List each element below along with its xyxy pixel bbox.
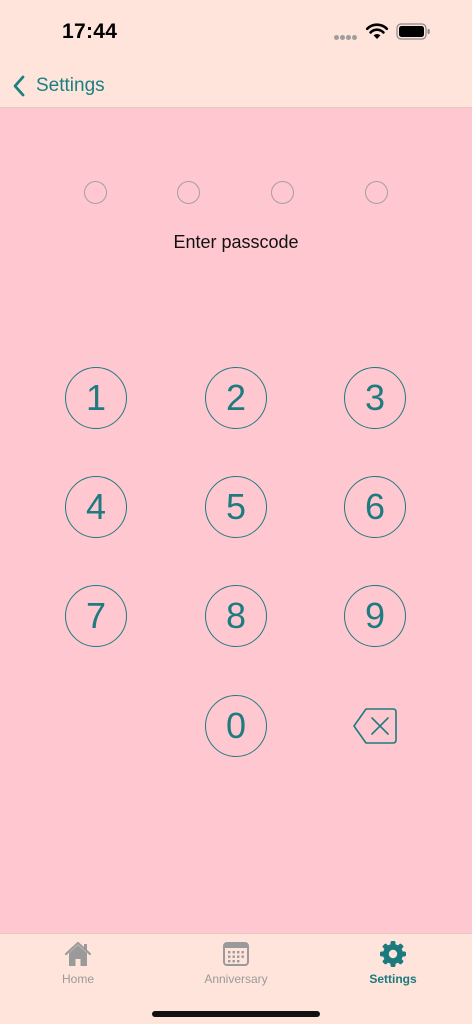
tab-anniversary[interactable]: Anniversary <box>176 934 296 994</box>
passcode-dot <box>177 181 200 204</box>
chevron-left-icon <box>13 75 25 97</box>
key-label: 1 <box>85 377 107 418</box>
key-6[interactable]: 6 <box>344 476 406 538</box>
passcode-dot <box>84 181 107 204</box>
tab-label: Home <box>61 972 94 986</box>
cellular-signal-icon <box>334 35 358 41</box>
tab-home[interactable]: Home <box>18 934 138 994</box>
key-label: 0 <box>225 705 247 746</box>
battery-icon <box>396 23 430 40</box>
gear-icon <box>380 941 406 967</box>
back-button[interactable]: Settings <box>12 68 105 104</box>
key-7[interactable]: 7 <box>65 585 127 647</box>
key-1[interactable]: 1 <box>65 367 127 429</box>
status-time: 17:44 <box>62 20 118 43</box>
key-2[interactable]: 2 <box>205 367 267 429</box>
delete-backspace-icon <box>353 708 397 744</box>
passcode-screen: Enter passcode 1 2 3 4 5 6 7 8 9 0 <box>0 108 472 933</box>
key-label: 5 <box>225 486 247 527</box>
calendar-icon <box>223 942 249 966</box>
key-3[interactable]: 3 <box>344 367 406 429</box>
key-4[interactable]: 4 <box>65 476 127 538</box>
passcode-dot <box>271 181 294 204</box>
key-label: 9 <box>364 595 386 636</box>
house-icon <box>64 941 92 966</box>
key-0[interactable]: 0 <box>205 695 267 757</box>
tab-label: Anniversary <box>204 972 268 986</box>
wifi-icon <box>365 23 389 39</box>
passcode-dot <box>365 181 388 204</box>
passcode-prompt: Enter passcode <box>173 232 299 252</box>
tab-label: Settings <box>369 972 417 986</box>
key-9[interactable]: 9 <box>344 585 406 647</box>
key-label: 7 <box>85 595 107 636</box>
key-8[interactable]: 8 <box>205 585 267 647</box>
back-label: Settings <box>36 75 105 96</box>
key-label: 3 <box>364 377 386 418</box>
key-label: 8 <box>225 595 247 636</box>
key-label: 2 <box>225 377 247 418</box>
key-label: 6 <box>364 486 386 527</box>
key-label: 4 <box>85 486 107 527</box>
home-indicator <box>152 1011 320 1017</box>
tab-settings[interactable]: Settings <box>333 934 453 994</box>
delete-button[interactable] <box>344 695 406 757</box>
status-bar: 17:44 <box>0 0 472 64</box>
tab-bar: Home Anniversary Settings <box>0 933 472 1024</box>
navigation-bar: Settings <box>0 64 472 108</box>
key-5[interactable]: 5 <box>205 476 267 538</box>
